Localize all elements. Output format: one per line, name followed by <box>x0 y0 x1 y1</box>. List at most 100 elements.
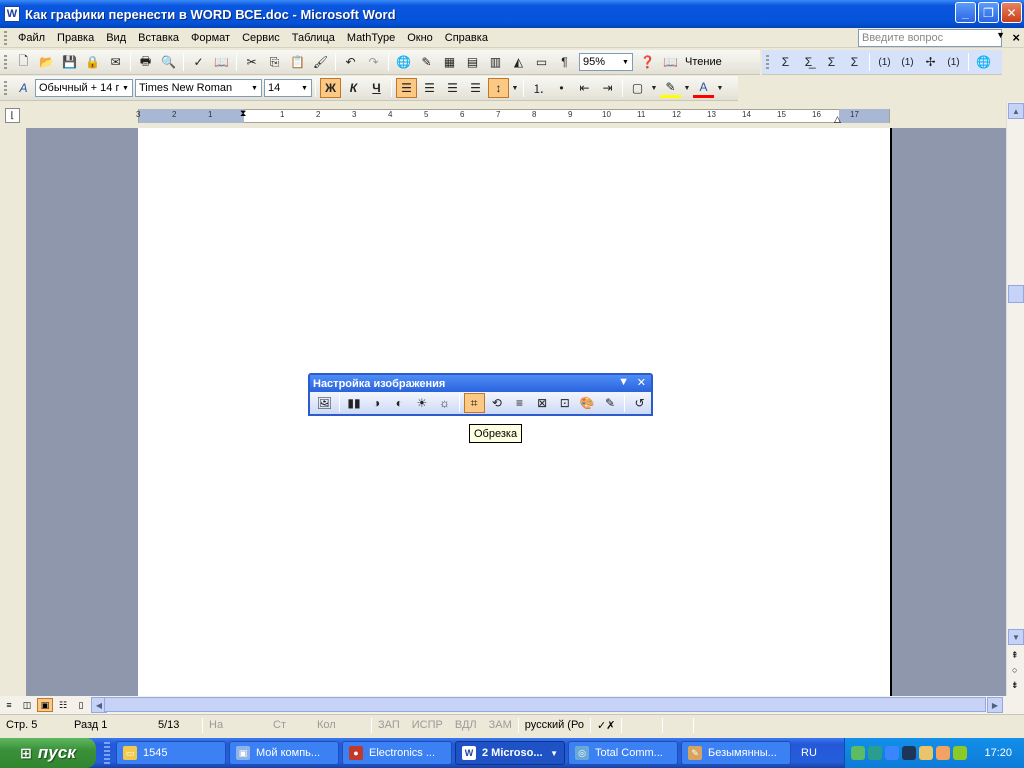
more-contrast-icon[interactable]: ◑ <box>366 393 387 413</box>
print-layout-icon[interactable]: ▣ <box>37 698 53 712</box>
chevron-down-icon[interactable]: ▼ <box>683 78 691 98</box>
permission-icon[interactable]: 🔒 <box>82 52 103 72</box>
spelling-icon[interactable]: ✓ <box>188 52 209 72</box>
line-style-icon[interactable]: ≡ <box>509 393 530 413</box>
sum-lines-icon[interactable]: Σ <box>844 52 865 72</box>
line-spacing-icon[interactable]: ↕ <box>488 78 509 98</box>
help-icon[interactable]: ❓ <box>637 52 658 72</box>
task-button[interactable]: ◎ Total Comm... <box>568 741 678 765</box>
tray-update-icon[interactable] <box>885 746 899 760</box>
status-trk[interactable]: ИСПР <box>406 719 449 731</box>
task-button[interactable]: ▭ 1545 <box>116 741 226 765</box>
scroll-up-icon[interactable]: ▲ <box>1008 103 1024 119</box>
tab-selector[interactable]: ⌊ <box>5 108 20 123</box>
minimize-button[interactable]: _ <box>955 2 976 23</box>
grip-handle[interactable] <box>766 55 769 69</box>
tray-app-icon[interactable] <box>936 746 950 760</box>
font-size-select[interactable]: 14 ▼ <box>264 79 312 97</box>
format-painter-icon[interactable]: 🖌 <box>310 52 331 72</box>
cut-icon[interactable]: ✂ <box>241 52 262 72</box>
align-center-icon[interactable]: ☰ <box>419 78 440 98</box>
menu-format[interactable]: Формат <box>185 31 236 45</box>
grip-handle[interactable] <box>4 55 7 69</box>
reading-button[interactable]: Чтение <box>682 56 725 68</box>
set-transparent-color-icon[interactable]: ✎ <box>600 393 621 413</box>
chevron-down-icon[interactable]: ▼ <box>650 78 658 98</box>
vertical-scrollbar[interactable]: ▲ ▼ ⇞ ○ ⇟ <box>1006 102 1024 696</box>
menu-window[interactable]: Окно <box>401 31 439 45</box>
menu-mathtype[interactable]: MathType <box>341 31 401 45</box>
show-hide-icon[interactable]: ¶ <box>554 52 575 72</box>
status-rec[interactable]: ЗАП <box>372 719 406 731</box>
numbering-icon[interactable]: ⒈ <box>528 78 549 98</box>
equation-break-icon[interactable]: ✢ <box>920 52 941 72</box>
bullets-icon[interactable]: • <box>551 78 572 98</box>
horizontal-scroll-thumb[interactable] <box>104 697 986 712</box>
font-color-icon[interactable]: A <box>693 78 714 98</box>
task-button[interactable]: ● Electronics ... <box>342 741 452 765</box>
copy-icon[interactable]: ⎘ <box>264 52 285 72</box>
normal-view-icon[interactable]: ≡ <box>1 698 17 712</box>
language-indicator[interactable]: RU <box>801 747 817 759</box>
menu-file[interactable]: Файл <box>12 31 51 45</box>
sum-underline-icon[interactable]: Σ̲ <box>798 52 819 72</box>
menu-help[interactable]: Справка <box>439 31 494 45</box>
sum-icon[interactable]: Σ <box>775 52 796 72</box>
scroll-down-icon[interactable]: ▼ <box>1008 629 1024 645</box>
indent-marker-icon[interactable]: ⧗ <box>240 108 246 119</box>
next-page-icon[interactable]: ⇟ <box>1011 680 1019 691</box>
paste-icon[interactable]: 📋 <box>287 52 308 72</box>
word-app-icon[interactable]: W <box>4 6 20 22</box>
chevron-down-icon[interactable]: ▼ <box>119 80 132 96</box>
chevron-down-icon[interactable]: ▼ <box>619 54 632 70</box>
spelling-status-icon[interactable]: ✓✗ <box>591 719 621 732</box>
status-ovr[interactable]: ЗАМ <box>483 719 518 731</box>
select-browse-object-icon[interactable]: ○ <box>1012 665 1017 675</box>
maximize-button[interactable]: ❐ <box>978 2 999 23</box>
font-select[interactable]: Times New Roman ▼ <box>135 79 262 97</box>
print-preview-icon[interactable]: 🔍 <box>158 52 179 72</box>
email-icon[interactable]: ✉ <box>105 52 126 72</box>
quick-launch-grip[interactable] <box>104 742 110 764</box>
reading-layout-icon[interactable]: ▯ <box>73 698 89 712</box>
open-folder-icon[interactable]: 📂 <box>36 52 57 72</box>
chevron-down-icon[interactable]: ▼ <box>716 78 724 98</box>
reset-picture-icon[interactable]: ↺ <box>629 393 650 413</box>
read-icon[interactable]: 📖 <box>660 52 681 72</box>
horizontal-scrollbar[interactable]: ≡ ◫ ▣ ☷ ▯ ◀ ▶ <box>0 696 1024 714</box>
highlight-icon[interactable]: ✎ <box>660 78 681 98</box>
columns-icon[interactable]: ▥ <box>485 52 506 72</box>
right-indent-marker-icon[interactable]: △ <box>834 114 841 125</box>
document-map-icon[interactable]: ▭ <box>531 52 552 72</box>
ask-question-input[interactable]: Введите вопрос <box>858 29 1002 47</box>
scroll-right-icon[interactable]: ▶ <box>987 697 1003 713</box>
equation-ref-icon[interactable]: (1) <box>897 52 918 72</box>
chevron-down-icon[interactable]: ▼ <box>248 80 261 96</box>
grip-handle[interactable] <box>4 81 7 95</box>
chevron-down-icon[interactable]: ▼ <box>511 78 519 98</box>
task-button[interactable]: W2 Microso... ▼ <box>455 741 565 765</box>
new-document-icon[interactable]: 🗋 <box>13 52 34 72</box>
styles-formatting-icon[interactable]: A <box>13 78 34 98</box>
menu-insert[interactable]: Вставка <box>132 31 185 45</box>
insert-table-icon[interactable]: ▦ <box>439 52 460 72</box>
task-button[interactable]: ▣ Мой компь... <box>229 741 339 765</box>
start-button[interactable]: ⊞ пуск <box>0 738 96 768</box>
menu-tools[interactable]: Сервис <box>236 31 286 45</box>
increase-indent-icon[interactable]: ⇥ <box>597 78 618 98</box>
tray-audio-icon[interactable] <box>919 746 933 760</box>
bold-button[interactable]: Ж <box>320 78 341 98</box>
tables-borders-icon[interactable]: ✎ <box>416 52 437 72</box>
web-layout-icon[interactable]: ◫ <box>19 698 35 712</box>
rotate-left-icon[interactable]: ⟲ <box>487 393 508 413</box>
less-contrast-icon[interactable]: ◐ <box>389 393 410 413</box>
italic-button[interactable]: К <box>343 78 364 98</box>
align-left-icon[interactable]: ☰ <box>396 78 417 98</box>
format-picture-icon[interactable]: 🎨 <box>577 393 598 413</box>
chevron-down-icon[interactable]: ▼ <box>298 80 311 96</box>
undo-icon[interactable]: ↶ <box>340 52 361 72</box>
picture-toolbar-titlebar[interactable]: Настройка изображения ▼ ✕ <box>310 375 651 392</box>
insert-excel-icon[interactable]: ▤ <box>462 52 483 72</box>
tray-antivirus-icon[interactable] <box>868 746 882 760</box>
status-ext[interactable]: ВДЛ <box>449 719 483 731</box>
